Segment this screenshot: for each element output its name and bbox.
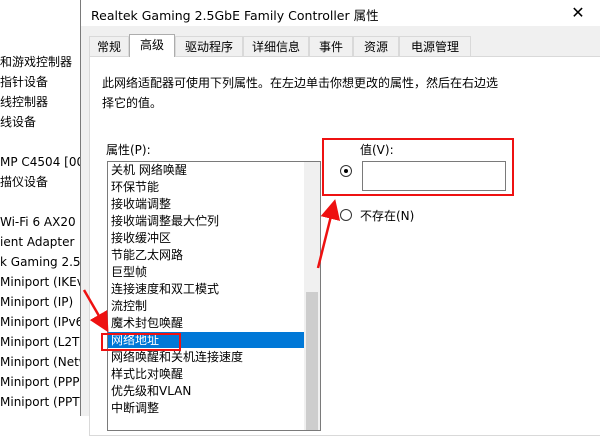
device-item[interactable]: Miniport (Netw <box>0 354 84 370</box>
property-item[interactable]: 环保节能 <box>108 179 306 195</box>
scroll-thumb[interactable] <box>306 292 318 430</box>
tab-resources[interactable]: 资源 <box>353 36 399 56</box>
device-item[interactable]: Miniport (IP) <box>0 294 73 310</box>
device-item[interactable]: 指针设备 <box>0 74 48 90</box>
device-item[interactable]: Wi-Fi 6 AX20 <box>0 214 76 230</box>
property-label: 属性(P): <box>106 143 151 157</box>
property-item[interactable]: 中断调整 <box>108 400 306 416</box>
property-item[interactable]: 关机 网络唤醒 <box>108 162 306 178</box>
close-icon[interactable]: ✕ <box>555 0 600 26</box>
device-item[interactable]: 线控制器 <box>0 94 48 110</box>
tab-general[interactable]: 常规 <box>89 36 129 56</box>
value-highlight-box <box>322 138 514 196</box>
property-item[interactable]: 流控制 <box>108 298 306 314</box>
property-list[interactable]: 关机 网络唤醒 环保节能 接收端调整 接收端调整最大伫列 接收缓冲区 节能乙太网… <box>107 161 321 431</box>
network-address-highlight-box <box>101 333 181 351</box>
dialog-title: Realtek Gaming 2.5GbE Family Controller … <box>91 8 379 23</box>
device-item[interactable]: Miniport (IKEv2 <box>0 274 84 290</box>
property-item[interactable]: 网络唤醒和关机连接速度 <box>108 349 306 365</box>
not-present-label: 不存在(N) <box>360 209 415 223</box>
property-item[interactable]: 接收缓冲区 <box>108 230 306 246</box>
device-item[interactable]: Miniport (L2TP <box>0 334 84 350</box>
list-scrollbar[interactable] <box>304 162 320 430</box>
tab-advanced[interactable]: 高级 <box>129 34 175 57</box>
device-item[interactable]: 线设备 <box>0 114 36 130</box>
device-manager-list: 和游戏控制器 指针设备 线控制器 线设备 MP C4504 [00 描仪设备 W… <box>0 0 84 416</box>
device-item[interactable]: k Gaming 2.5G <box>0 254 84 270</box>
property-item[interactable]: 接收端调整 <box>108 196 306 212</box>
property-item[interactable]: 节能乙太网路 <box>108 247 306 263</box>
device-item[interactable]: Miniport (PPPO <box>0 374 84 390</box>
property-item[interactable]: 接收端调整最大伫列 <box>108 213 306 229</box>
not-present-radio[interactable] <box>340 209 352 221</box>
property-item[interactable]: 巨型帧 <box>108 264 306 280</box>
property-item[interactable]: 魔术封包唤醒 <box>108 315 306 331</box>
device-item[interactable]: 描仪设备 <box>0 174 48 190</box>
device-item[interactable]: Miniport (IPv6) <box>0 314 84 330</box>
device-item[interactable]: 和游戏控制器 <box>0 54 72 70</box>
title-bar[interactable]: Realtek Gaming 2.5GbE Family Controller … <box>81 0 600 26</box>
tab-driver[interactable]: 驱动程序 <box>175 36 243 56</box>
description-text: 此网络适配器可使用下列属性。在左边单击你想更改的属性，然后在右边选择它的值。 <box>102 76 499 110</box>
property-item[interactable]: 样式比对唤醒 <box>108 366 306 382</box>
device-item[interactable]: MP C4504 [00 <box>0 154 84 170</box>
property-item[interactable]: 优先级和VLAN <box>108 383 306 399</box>
device-item[interactable]: ient Adapter <box>0 234 74 250</box>
tab-details[interactable]: 详细信息 <box>243 36 309 56</box>
tab-events[interactable]: 事件 <box>309 36 353 56</box>
device-item[interactable]: Miniport (PPTP <box>0 394 84 410</box>
properties-dialog: Realtek Gaming 2.5GbE Family Controller … <box>80 0 600 436</box>
tab-power-management[interactable]: 电源管理 <box>399 36 471 56</box>
advanced-panel: 此网络适配器可使用下列属性。在左边单击你想更改的属性，然后在右边选择它的值。 属… <box>89 56 600 436</box>
property-item[interactable]: 连接速度和双工模式 <box>108 281 306 297</box>
